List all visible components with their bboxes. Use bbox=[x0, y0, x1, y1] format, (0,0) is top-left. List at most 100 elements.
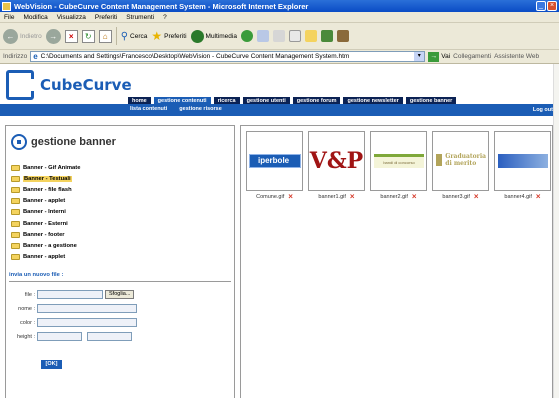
upload-title: invia un nuovo file : bbox=[9, 272, 64, 278]
height-input[interactable] bbox=[37, 332, 82, 341]
name-label: nome : bbox=[18, 305, 35, 312]
folder-icon bbox=[11, 164, 20, 171]
multimedia-button[interactable]: Multimedia bbox=[190, 29, 237, 43]
menu-help[interactable]: ? bbox=[163, 14, 167, 21]
folder-item[interactable]: Banner - Esterni bbox=[11, 218, 80, 229]
page-content: CubeCurve home gestione contenuti ricerc… bbox=[0, 64, 559, 398]
banner-thumbnails: iperbole Comune.gif × V&P banner1.gif × bbox=[246, 131, 551, 201]
folder-item[interactable]: Banner - file flash bbox=[11, 184, 80, 195]
thumb-caption: banner4.gif × bbox=[504, 193, 540, 201]
folder-icon bbox=[11, 198, 20, 205]
address-bar: Indirizzo e C:\Documents and Settings\Fr… bbox=[0, 50, 559, 64]
address-url: C:\Documents and Settings\Francesco\Desk… bbox=[40, 53, 350, 60]
color-row: color : bbox=[9, 318, 137, 327]
folder-list: Banner - Gif Animate Banner - Testuali B… bbox=[11, 162, 80, 263]
delete-icon[interactable]: × bbox=[412, 193, 417, 201]
folder-icon bbox=[11, 254, 20, 261]
banner-preview[interactable] bbox=[494, 131, 551, 191]
folder-item[interactable]: Banner - applet bbox=[11, 252, 80, 263]
history-icon[interactable] bbox=[240, 30, 253, 42]
delete-icon[interactable]: × bbox=[288, 193, 293, 201]
file-input[interactable] bbox=[37, 290, 103, 299]
folder-icon[interactable] bbox=[304, 30, 317, 42]
folder-item[interactable]: Banner - a gestione bbox=[11, 240, 80, 251]
print-icon[interactable] bbox=[272, 30, 285, 42]
folder-icon bbox=[11, 242, 20, 249]
menu-file[interactable]: File bbox=[4, 14, 14, 21]
favorites-label: Preferiti bbox=[164, 32, 187, 40]
banner-preview[interactable]: bandi di concorso bbox=[370, 131, 427, 191]
banner-preview[interactable]: iperbole bbox=[246, 131, 303, 191]
subnav-lista-contenuti[interactable]: lista contenuti bbox=[130, 106, 167, 112]
delete-icon[interactable]: × bbox=[350, 193, 355, 201]
menu-visualizza[interactable]: Visualizza bbox=[57, 14, 86, 21]
links-label[interactable]: Collegamenti bbox=[453, 53, 491, 60]
close-button[interactable]: × bbox=[547, 1, 557, 11]
banner-preview[interactable]: Graduatoria di merito bbox=[432, 131, 489, 191]
search-button[interactable]: ⚲ Cerca bbox=[121, 31, 148, 42]
folder-item[interactable]: Banner - applet bbox=[11, 196, 80, 207]
logout-link[interactable]: Log out bbox=[533, 107, 553, 113]
delete-icon[interactable]: × bbox=[536, 193, 541, 201]
banner-image-vp: V&P bbox=[309, 132, 364, 190]
file-label: file : bbox=[24, 291, 35, 298]
folder-label: Banner - Interni bbox=[23, 209, 66, 216]
banner-image-text: iperbole bbox=[258, 156, 290, 165]
folder-item[interactable]: Banner - Interni bbox=[11, 207, 80, 218]
banner-thumb: bandi di concorso banner2.gif × bbox=[370, 131, 427, 201]
page-scrollbar[interactable] bbox=[553, 64, 559, 398]
search-icon: ⚲ bbox=[120, 30, 129, 42]
thumb-caption: banner3.gif × bbox=[442, 193, 478, 201]
banner-image-text: V&P bbox=[309, 148, 364, 174]
menu-strumenti[interactable]: Strumenti bbox=[126, 14, 154, 21]
thumb-caption: Comune.gif × bbox=[256, 193, 293, 201]
research-icon[interactable] bbox=[336, 30, 349, 42]
panel-title: gestione banner bbox=[11, 134, 116, 150]
panel-title-text: gestione banner bbox=[31, 136, 116, 148]
refresh-icon[interactable]: ↻ bbox=[81, 29, 95, 43]
page-icon: e bbox=[33, 52, 38, 61]
subnav-gestione-risorse[interactable]: gestione risorse bbox=[179, 106, 222, 112]
sub-nav-bar: lista contenuti gestione risorse Log out bbox=[0, 104, 553, 116]
color-label: color : bbox=[20, 319, 35, 326]
name-input[interactable] bbox=[37, 304, 137, 313]
back-button[interactable]: ← Indietro bbox=[3, 28, 42, 44]
folder-item[interactable]: Banner - footer bbox=[11, 229, 80, 240]
folder-label: Banner - Esterni bbox=[23, 220, 68, 227]
folder-item[interactable]: Banner - Gif Animate bbox=[11, 162, 80, 173]
star-icon: ★ bbox=[151, 29, 163, 43]
window-title: WebVision - CubeCurve Content Management… bbox=[14, 1, 309, 11]
edit-icon[interactable] bbox=[288, 30, 301, 42]
messenger-icon[interactable] bbox=[320, 30, 333, 42]
home-icon[interactable]: ⌂ bbox=[98, 29, 112, 43]
address-dropdown-icon[interactable]: ▾ bbox=[414, 52, 425, 61]
stop-icon[interactable]: × bbox=[64, 29, 78, 43]
mail-icon[interactable] bbox=[256, 30, 269, 42]
forward-button[interactable]: → bbox=[45, 28, 61, 44]
banner-preview[interactable]: V&P bbox=[308, 131, 365, 191]
browse-button[interactable]: Sfoglia... bbox=[105, 290, 135, 299]
folder-label: Banner - applet bbox=[23, 254, 66, 261]
folder-label: Banner - footer bbox=[23, 231, 65, 238]
window-titlebar: WebVision - CubeCurve Content Management… bbox=[0, 0, 559, 12]
banner-image-iperbole: iperbole bbox=[249, 154, 301, 168]
ok-button[interactable]: [OK] bbox=[41, 360, 62, 369]
height-input-2[interactable] bbox=[87, 332, 132, 341]
delete-icon[interactable]: × bbox=[474, 193, 479, 201]
address-input[interactable]: e C:\Documents and Settings\Francesco\De… bbox=[30, 51, 426, 62]
favorites-button[interactable]: ★ Preferiti bbox=[151, 29, 186, 43]
folder-icon bbox=[11, 209, 20, 216]
height-row: height : bbox=[9, 332, 132, 341]
menu-modifica[interactable]: Modifica bbox=[23, 14, 47, 21]
go-button[interactable]: → Vai bbox=[428, 51, 450, 62]
color-input[interactable] bbox=[37, 318, 137, 327]
assistant-label[interactable]: Assistente Web bbox=[494, 53, 539, 60]
folder-item-active[interactable]: Banner - Testuali bbox=[11, 173, 80, 184]
window-controls: _ × bbox=[536, 1, 557, 11]
menu-preferiti[interactable]: Preferiti bbox=[95, 14, 117, 21]
upload-divider bbox=[9, 281, 231, 282]
folder-icon bbox=[11, 220, 20, 227]
brand-name: CubeCurve bbox=[40, 76, 132, 94]
minimize-button[interactable]: _ bbox=[536, 1, 546, 11]
banner-image-text: Graduatoria di merito bbox=[445, 153, 486, 167]
